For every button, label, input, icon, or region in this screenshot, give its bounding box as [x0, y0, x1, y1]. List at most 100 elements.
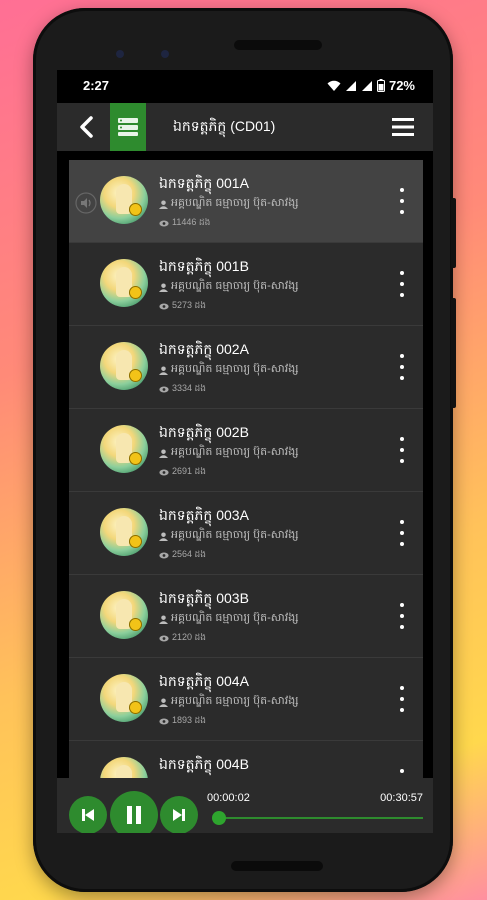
track-row[interactable]: ឯកទត្តភិក្ខុ 004A អគ្គបណ្ឌិត ធម្មាចារ្យ ប… — [69, 658, 423, 741]
more-options-button[interactable] — [395, 603, 409, 629]
front-sensor — [161, 50, 169, 58]
wifi-icon — [327, 80, 341, 91]
hamburger-icon — [392, 118, 414, 136]
total-time: 00:30:57 — [380, 792, 423, 804]
mini-player: 00:00:02 00:30:57 — [57, 778, 433, 833]
more-dot — [400, 769, 404, 773]
signal-2-icon — [361, 80, 372, 91]
app-bar: ឯកទត្តភិក្ខុ (CD01) — [57, 103, 433, 151]
user-icon — [159, 282, 168, 292]
track-views: 5273 ដង — [159, 300, 206, 313]
track-title: ឯកទត្តភិក្ខុ 001A — [159, 175, 249, 191]
track-thumbnail — [100, 508, 148, 556]
page-title: ឯកទត្តភិក្ខុ (CD01) — [173, 118, 276, 134]
track-thumbnail — [100, 176, 148, 224]
album-list-button[interactable] — [110, 103, 146, 151]
now-playing-speaker-icon — [75, 192, 97, 214]
track-artist: អគ្គបណ្ឌិត ធម្មាចារ្យ ប៊ុត-សាវង្ស — [159, 196, 299, 212]
track-title: ឯកទត្តភិក្ខុ 004A — [159, 673, 249, 689]
more-options-button[interactable] — [395, 271, 409, 297]
eye-icon — [159, 220, 169, 227]
eye-icon — [159, 718, 169, 725]
track-view-count: 2691 ដង — [172, 466, 206, 476]
track-title: ឯកទត្តភិក្ខុ 001B — [159, 258, 249, 274]
more-dot — [400, 199, 404, 203]
track-artist-name: អគ្គបណ្ឌិត ធម្មាចារ្យ ប៊ុត-សាវង្ស — [171, 612, 299, 624]
thumbnail-badge — [129, 618, 142, 631]
track-thumbnail — [100, 757, 148, 780]
track-title: ឯកទត្តភិក្ខុ 003B — [159, 590, 249, 606]
track-thumbnail — [100, 259, 148, 307]
more-dot — [400, 686, 404, 690]
track-thumbnail — [100, 591, 148, 639]
track-list: ឯកទត្តភិក្ខុ 001A អគ្គបណ្ឌិត ធម្មាចារ្យ ប… — [69, 160, 423, 780]
seek-bar[interactable] — [212, 811, 423, 825]
more-dot — [400, 282, 404, 286]
track-row[interactable]: ឯកទត្តភិក្ខុ 004B — [69, 741, 423, 780]
menu-button[interactable] — [389, 113, 417, 141]
track-view-count: 3334 ដង — [172, 383, 206, 393]
pause-icon — [127, 806, 141, 824]
track-title: ឯកទត្តភិក្ខុ 004B — [159, 756, 249, 772]
track-artist: អគ្គបណ្ឌិត ធម្មាចារ្យ ប៊ុត-សាវង្ស — [159, 611, 299, 627]
track-views: 2564 ដង — [159, 549, 206, 562]
front-camera — [116, 50, 124, 58]
thumbnail-badge — [129, 369, 142, 382]
track-row[interactable]: ឯកទត្តភិក្ខុ 002B អគ្គបណ្ឌិត ធម្មាចារ្យ ប… — [69, 409, 423, 492]
next-button[interactable] — [160, 796, 198, 833]
thumbnail-badge — [129, 701, 142, 714]
skip-previous-icon — [82, 809, 94, 821]
status-time: 2:27 — [83, 78, 110, 93]
eye-icon — [159, 552, 169, 559]
user-icon — [159, 614, 168, 624]
more-options-button[interactable] — [395, 354, 409, 380]
track-row[interactable]: ឯកទត្តភិក្ខុ 001B អគ្គបណ្ឌិត ធម្មាចារ្យ ប… — [69, 243, 423, 326]
track-row[interactable]: ឯកទត្តភិក្ខុ 003B អគ្គបណ្ឌិត ធម្មាចារ្យ ប… — [69, 575, 423, 658]
track-view-count: 2564 ដង — [172, 549, 206, 559]
previous-button[interactable] — [69, 796, 107, 833]
track-row[interactable]: ឯកទត្តភិក្ខុ 003A អគ្គបណ្ឌិត ធម្មាចារ្យ ប… — [69, 492, 423, 575]
track-view-count: 11446 ដង — [172, 217, 211, 227]
eye-icon — [159, 469, 169, 476]
seek-bar-thumb[interactable] — [212, 811, 227, 825]
more-options-button[interactable] — [395, 686, 409, 712]
more-options-button[interactable] — [395, 437, 409, 463]
user-icon — [159, 531, 168, 541]
more-dot — [400, 603, 404, 607]
track-views: 1893 ដង — [159, 715, 206, 728]
eye-icon — [159, 635, 169, 642]
track-views: 2120 ដង — [159, 632, 206, 645]
more-dot — [400, 365, 404, 369]
track-artist: អគ្គបណ្ឌិត ធម្មាចារ្យ ប៊ុត-សាវង្ស — [159, 528, 299, 544]
back-button[interactable] — [69, 103, 105, 151]
more-dot — [400, 210, 404, 214]
skip-next-icon — [173, 809, 185, 821]
more-dot — [400, 293, 404, 297]
thumbnail-badge — [129, 286, 142, 299]
more-options-button[interactable] — [395, 520, 409, 546]
track-row[interactable]: ឯកទត្តភិក្ខុ 001A អគ្គបណ្ឌិត ធម្មាចារ្យ ប… — [69, 160, 423, 243]
track-view-count: 2120 ដង — [172, 632, 206, 642]
track-title: ឯកទត្តភិក្ខុ 003A — [159, 507, 249, 523]
more-dot — [400, 697, 404, 701]
track-thumbnail — [100, 342, 148, 390]
eye-icon — [159, 303, 169, 310]
status-icons: 72% — [327, 78, 415, 93]
track-artist-name: អគ្គបណ្ឌិត ធម្មាចារ្យ ប៊ុត-សាវង្ស — [171, 695, 299, 707]
chevron-left-icon — [80, 116, 93, 138]
track-artist-name: អគ្គបណ្ឌិត ធម្មាចារ្យ ប៊ុត-សាវង្ស — [171, 280, 299, 292]
user-icon — [159, 448, 168, 458]
battery-percent: 72% — [388, 78, 415, 93]
track-row[interactable]: ឯកទត្តភិក្ខុ 002A អគ្គបណ្ឌិត ធម្មាចារ្យ ប… — [69, 326, 423, 409]
track-artist: អគ្គបណ្ឌិត ធម្មាចារ្យ ប៊ុត-សាវង្ស — [159, 279, 299, 295]
track-view-count: 5273 ដង — [172, 300, 206, 310]
more-options-button[interactable] — [395, 188, 409, 214]
thumbnail-badge — [129, 452, 142, 465]
track-artist: អគ្គបណ្ឌិត ធម្មាចារ្យ ប៊ុត-សាវង្ស — [159, 445, 299, 461]
pause-button[interactable] — [110, 791, 158, 833]
signal-icon — [345, 80, 356, 91]
thumbnail-badge — [129, 203, 142, 216]
bottom-speaker — [231, 861, 323, 871]
more-dot — [400, 448, 404, 452]
more-dot — [400, 614, 404, 618]
